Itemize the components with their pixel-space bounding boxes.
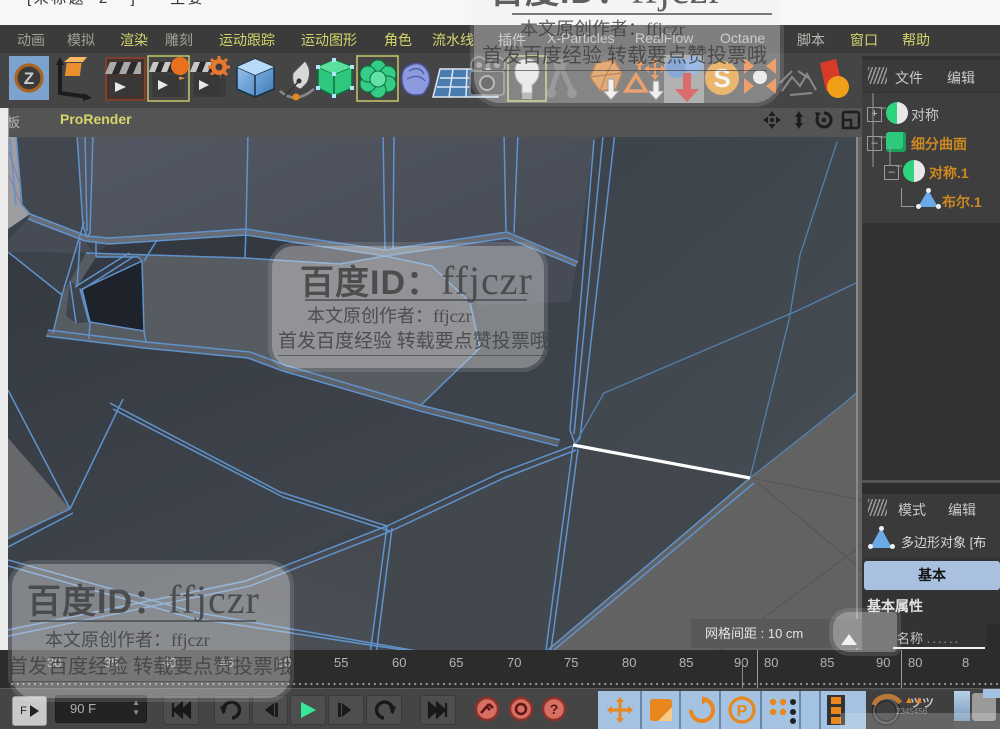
svg-text:P: P (737, 703, 748, 720)
svg-text:?: ? (550, 701, 559, 717)
svg-text:Z: Z (24, 69, 34, 88)
